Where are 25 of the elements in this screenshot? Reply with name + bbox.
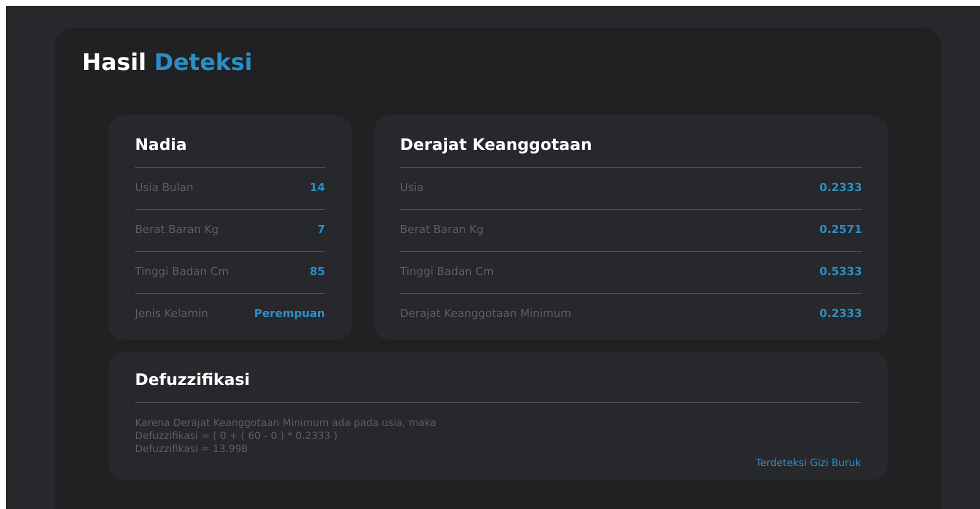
row-label: Tinggi Badan Cm — [135, 264, 229, 280]
card-title: Nadia — [135, 134, 188, 156]
formula-line: Defuzzifikasi = ( 0 + ( 60 - 0 ) * 0.2333 ) — [135, 430, 339, 442]
row-label: Tinggi Badan Cm — [400, 264, 494, 280]
formula-line: Karena Derajat Keanggotaan Minimum ada pada usia, maka — [135, 416, 438, 430]
row-label: Derajat Keanggotaan Minimum — [400, 306, 572, 322]
row-value: 0.2333 — [820, 306, 862, 322]
row-value: 0.2571 — [820, 222, 862, 238]
card-title: Defuzzifikasi — [135, 368, 861, 402]
row-label: Berat Baran Kg — [400, 222, 484, 238]
result-text: Terdeteksi Gizi Buruk — [756, 456, 861, 470]
row-value: 85 — [310, 264, 325, 280]
formula-line: Defuzzifikasi = 13.998 — [135, 442, 249, 456]
row-label: Usia Bulan — [135, 180, 194, 196]
row-value: 14 — [310, 180, 325, 196]
page-title-accent: Deteksi — [154, 49, 252, 78]
row-value: Perempuan — [254, 306, 325, 322]
row-value: 0.5333 — [820, 264, 862, 280]
row-label: Jenis Kelamin — [135, 306, 208, 322]
row-value: 0.2333 — [820, 180, 862, 196]
row-label: Usia — [400, 180, 424, 196]
page-title: Hasil — [82, 49, 146, 78]
card-title: Derajat Keanggotaan — [400, 134, 594, 156]
row-value: 7 — [317, 222, 325, 238]
row-label: Berat Baran Kg — [135, 222, 219, 238]
